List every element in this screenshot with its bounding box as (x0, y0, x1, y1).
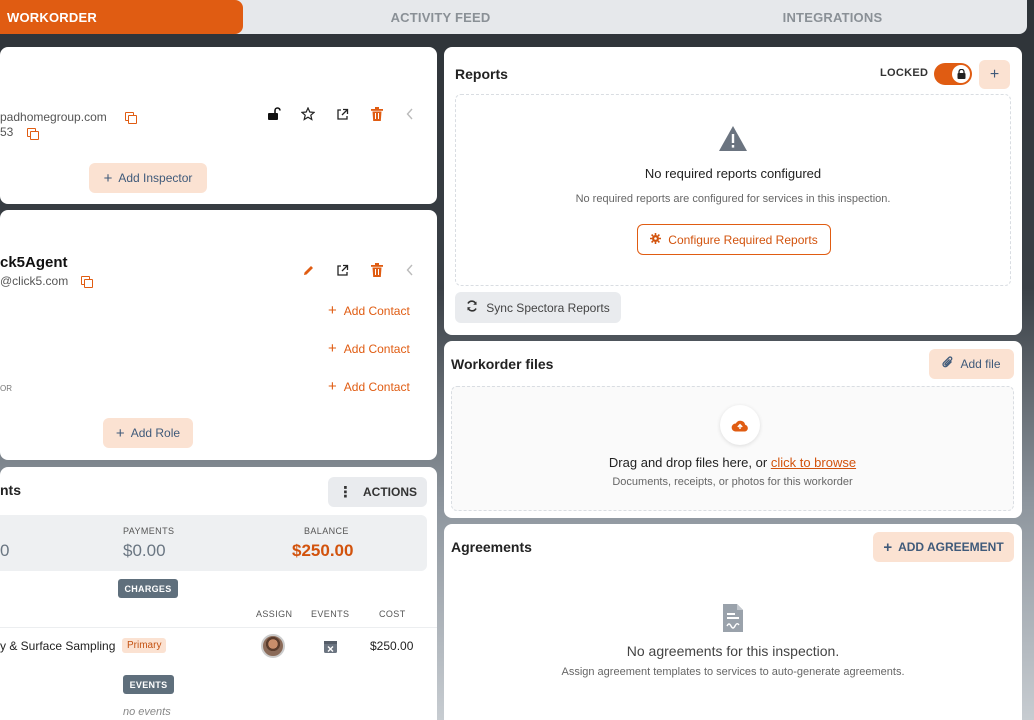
inspector-email: padhomegroup.com (0, 110, 107, 124)
trash-icon[interactable] (366, 103, 388, 125)
agreements-empty-title: No agreements for this inspection. (626, 643, 840, 659)
service-name: y & Surface Sampling (0, 639, 116, 653)
inspector-card: padhomegroup.com 53 + Add Inspector (0, 47, 437, 204)
reports-empty-subtitle: No required reports are configured for s… (575, 193, 891, 205)
add-report-button[interactable]: + (979, 60, 1010, 89)
avatar[interactable] (261, 634, 285, 658)
col-cost: COST (379, 609, 406, 619)
plus-icon: + (115, 424, 125, 442)
paperclip-icon (942, 356, 954, 372)
drop-subtitle: Documents, receipts, or photos for this … (612, 476, 853, 488)
agent-email: @click5.com (0, 274, 69, 288)
sync-spectora-reports-button[interactable]: Sync Spectora Reports (455, 292, 621, 323)
payments-label: PAYMENTS (123, 526, 175, 536)
role-label-fragment: OR (0, 384, 12, 393)
drop-text-row: Drag and drop files here, or click to br… (452, 455, 1013, 470)
file-drop-zone[interactable]: Drag and drop files here, or click to br… (451, 386, 1014, 511)
add-contact-link-3[interactable]: + Add Contact (328, 378, 410, 395)
agreements-empty-subtitle: Assign agreement templates to services t… (561, 666, 905, 678)
add-contact-link-2[interactable]: + Add Contact (328, 340, 410, 357)
reports-card: Reports LOCKED + No required reports con… (444, 47, 1022, 335)
actions-button[interactable]: ⋮ ACTIONS (328, 477, 427, 507)
top-tabs: WORKORDER ACTIVITY FEED INTEGRATIONS (0, 0, 1027, 34)
add-inspector-button[interactable]: + Add Inspector (89, 163, 207, 193)
reports-title: Reports (455, 66, 508, 82)
add-role-button[interactable]: + Add Role (103, 418, 193, 448)
sync-icon (466, 300, 478, 315)
plus-icon: + (103, 169, 113, 187)
table-row: y & Surface Sampling Primary $250.00 (0, 627, 437, 663)
tab-integrations[interactable]: INTEGRATIONS (638, 0, 1027, 34)
edit-pencil-icon[interactable] (297, 259, 319, 281)
unlock-icon[interactable] (263, 103, 285, 125)
balance-label: BALANCE (304, 526, 349, 536)
tab-activity-feed[interactable]: ACTIVITY FEED (243, 0, 638, 34)
star-icon[interactable] (297, 103, 319, 125)
add-file-button[interactable]: Add file (929, 349, 1014, 379)
reports-empty-state: No required reports configured No requir… (455, 94, 1011, 286)
copy-agent-email-icon[interactable] (81, 276, 93, 288)
plus-icon: + (989, 65, 1000, 83)
tab-workorder[interactable]: WORKORDER (0, 0, 243, 34)
upload-cloud-icon (720, 405, 760, 445)
col-assign: ASSIGN (256, 609, 293, 619)
calendar-x-icon[interactable] (319, 635, 341, 657)
balance-value: $250.00 (292, 541, 354, 560)
locked-toggle[interactable] (934, 63, 972, 85)
total-amount-fragment: 0 (0, 541, 10, 560)
workorder-files-card: Workorder files Add file Drag and drop f… (444, 341, 1022, 518)
events-label: EVENTS (123, 675, 174, 694)
totals-panel: 0 PAYMENTS $0.00 BALANCE $250.00 (0, 515, 427, 571)
external-link-icon[interactable] (331, 259, 353, 281)
chevron-left-icon[interactable] (399, 259, 421, 281)
configure-required-reports-button[interactable]: Configure Required Reports (637, 224, 831, 255)
plus-icon: + (328, 340, 337, 357)
copy-phone-icon[interactable] (27, 128, 39, 140)
browse-link[interactable]: click to browse (771, 455, 856, 470)
agreements-card: Agreements + ADD AGREEMENT No agreements… (444, 524, 1022, 720)
chevron-left-icon[interactable] (399, 103, 421, 125)
lock-icon (952, 65, 970, 83)
agreements-title: Agreements (451, 539, 532, 555)
no-events-text: no events (123, 706, 171, 718)
service-cost: $250.00 (370, 639, 414, 653)
trash-icon[interactable] (366, 259, 388, 281)
add-agreement-button[interactable]: + ADD AGREEMENT (873, 532, 1014, 562)
payments-card: nts ⋮ ACTIONS 0 PAYMENTS $0.00 BALANCE $… (0, 467, 437, 720)
document-icon (722, 603, 744, 638)
add-contact-link-1[interactable]: + Add Contact (328, 302, 410, 319)
workorder-files-title: Workorder files (451, 356, 554, 372)
col-events: EVENTS (311, 609, 350, 619)
kebab-icon: ⋮ (338, 484, 353, 501)
agent-name: ck5Agent (0, 254, 68, 271)
primary-badge: Primary (122, 638, 167, 653)
plus-icon: + (328, 302, 337, 319)
external-link-icon[interactable] (331, 103, 353, 125)
charges-label: CHARGES (118, 579, 178, 598)
payments-section-title: nts (0, 482, 21, 498)
gear-icon (650, 232, 662, 247)
copy-email-icon[interactable] (125, 112, 137, 124)
payments-value: $0.00 (123, 541, 166, 560)
warning-icon (718, 125, 748, 157)
inspector-phone: 53 (0, 125, 14, 139)
plus-icon: + (328, 378, 337, 395)
reports-empty-title: No required reports configured (644, 166, 822, 181)
agent-card: ck5Agent @click5.com + Add Contact + Add C… (0, 210, 437, 460)
drop-text: Drag and drop files here, or (608, 455, 768, 470)
locked-label: LOCKED (880, 67, 929, 79)
plus-icon: + (883, 538, 893, 556)
